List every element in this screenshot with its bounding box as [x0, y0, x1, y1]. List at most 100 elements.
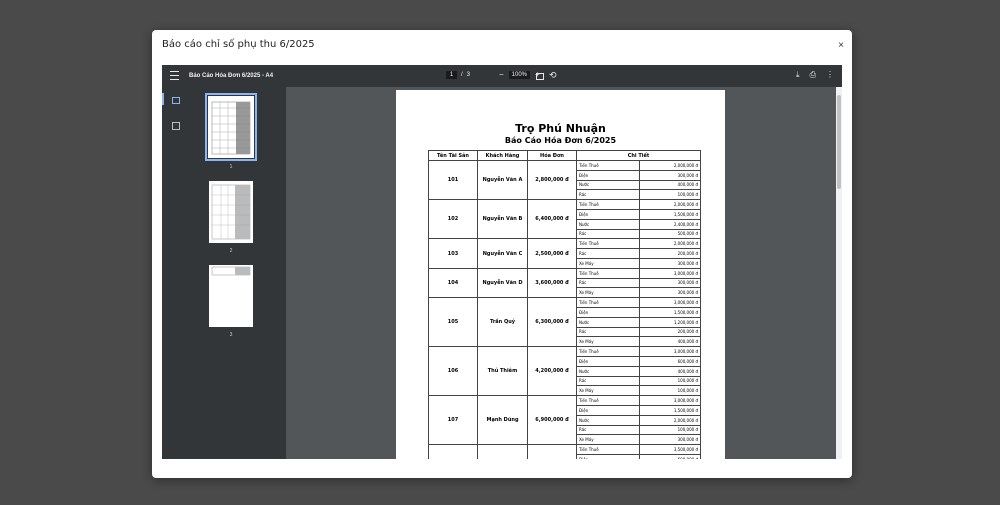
- customer-cell: Thủ Thiêm: [477, 346, 528, 397]
- detail-item-cell: Xe Máy: [576, 287, 640, 299]
- detail-item-cell: Rác: [576, 424, 640, 436]
- detail-item-cell: Tiền Thuê: [576, 160, 640, 171]
- scrollbar-thumb[interactable]: [837, 95, 841, 189]
- room-cell: 102: [428, 199, 478, 240]
- detail-amount-cell: 400,000 đ: [639, 336, 701, 348]
- detail-item-cell: Tiền Thuê: [576, 346, 640, 357]
- bill-cell: 3,600,000 đ: [527, 267, 577, 299]
- detail-item-cell: Xe Máy: [576, 336, 640, 348]
- close-icon[interactable]: ×: [838, 41, 844, 51]
- detail-item-cell: Nước: [576, 316, 640, 328]
- customer-cell: Nguyễn Văn A: [477, 159, 528, 201]
- detail-amount-cell: 3,500,000 đ: [639, 444, 701, 455]
- detail-item-cell: Điện: [576, 306, 640, 318]
- detail-amount-cell: 1,500,000 đ: [639, 208, 701, 220]
- room-cell: 105: [428, 297, 478, 348]
- more-options-icon[interactable]: ⋮: [826, 70, 834, 80]
- room-cell: [428, 444, 478, 459]
- page-number-input[interactable]: 1: [446, 71, 457, 79]
- table-row: 102 Nguyễn Văn B 6,400,000 đ Tiền Thuê 2,000…: [428, 199, 701, 240]
- detail-amount-cell: 3,000,000 đ: [639, 395, 701, 406]
- modal-title: Báo cáo chỉ số phụ thu 6/2025: [162, 39, 315, 50]
- detail-amount-cell: 300,000 đ: [639, 257, 701, 269]
- thumbnails-icon[interactable]: [172, 97, 180, 104]
- zoom-level-input[interactable]: 100%: [508, 71, 531, 79]
- download-icon[interactable]: ⤓: [796, 70, 800, 80]
- detail-amount-cell: 300,000 đ: [639, 287, 701, 299]
- table-row: 104 Nguyễn Văn D 3,600,000 đ Tiền Thuê 3,000…: [428, 267, 701, 299]
- zoom-out-button[interactable]: −: [499, 71, 504, 79]
- bill-report-table: Tên Tài Sản Khách Hàng Hóa Đơn Chi Tiết …: [428, 150, 701, 459]
- bill-cell: 6,300,000 đ: [527, 297, 577, 348]
- customer-cell: Trần Quý: [477, 297, 528, 348]
- page-thumbnail-2[interactable]: [209, 181, 253, 243]
- detail-item-cell: Tiền Thuê: [576, 238, 640, 250]
- detail-amount-cell: 2,000,000 đ: [639, 160, 701, 171]
- fit-page-icon[interactable]: [536, 73, 544, 80]
- menu-icon[interactable]: [170, 71, 179, 80]
- detail-item-cell: Nước: [576, 414, 640, 426]
- detail-item-cell: Tiền Thuê: [576, 395, 640, 406]
- document-canvas[interactable]: Trọ Phú Nhuận Báo Cáo Hóa Đơn 6/2025 Tên…: [286, 87, 842, 459]
- thumbnail-preview-2: [211, 184, 251, 240]
- bill-cell: 6,900,000 đ: [527, 395, 577, 446]
- bill-cell: 2,500,000 đ: [527, 238, 577, 269]
- header-customer: Khách Hàng: [477, 150, 528, 161]
- pdf-toolbar: Báo Cáo Hóa Đơn 6/2025 - A4 1 / 3 − 100%…: [162, 65, 842, 87]
- detail-item-cell: Rác: [576, 277, 640, 289]
- detail-amount-cell: 1,500,000 đ: [639, 404, 701, 416]
- detail-item-cell: Rác: [576, 326, 640, 338]
- table-header-row: Tên Tài Sản Khách Hàng Hóa Đơn Chi Tiết: [428, 150, 701, 161]
- detail-item-cell: Tiền Thuê: [576, 267, 640, 279]
- detail-item-cell: Rác: [576, 375, 640, 387]
- table-row: 106 Thủ Thiêm 4,200,000 đ Tiền Thuê 3,000,00…: [428, 346, 701, 397]
- document-name: Báo Cáo Hóa Đơn 6/2025 - A4: [189, 73, 274, 79]
- page-separator: /: [461, 72, 463, 78]
- detail-amount-cell: 200,000 đ: [639, 248, 701, 259]
- thumbnail-preview-1: [211, 101, 251, 155]
- toolbar-right-actions: ⤓ ⎙ ⋮: [796, 70, 834, 80]
- thumbnail-label-2: 2: [229, 248, 233, 254]
- print-icon[interactable]: ⎙: [810, 70, 816, 80]
- rotate-icon[interactable]: ⟲: [549, 70, 557, 81]
- detail-amount-cell: 100,000 đ: [639, 375, 701, 387]
- thumbnail-sidebar: 1 2 3: [162, 87, 286, 459]
- page-thumbnail-1[interactable]: [205, 93, 257, 161]
- outline-icon[interactable]: [172, 122, 180, 130]
- table-body: 101 Nguyễn Văn A 2,800,000 đ Tiền Thuê 2,000…: [428, 159, 701, 459]
- detail-amount-cell: 300,000 đ: [639, 277, 701, 289]
- detail-item-cell: Xe Máy: [576, 434, 640, 446]
- detail-item-cell: Rác: [576, 248, 640, 259]
- detail-amount-cell: 1,200,000 đ: [639, 316, 701, 328]
- page-thumbnail-3[interactable]: [209, 265, 253, 327]
- detail-item-cell: Điện: [576, 208, 640, 220]
- detail-item-cell: Tiền Thuê: [576, 444, 640, 455]
- sidebar-active-indicator: [162, 93, 164, 105]
- detail-item-cell: Rác: [576, 228, 640, 240]
- header-property: Tên Tài Sản: [428, 150, 478, 161]
- report-subtitle: Báo Cáo Hóa Đơn 6/2025: [504, 136, 617, 145]
- detail-amount-cell: 100,000 đ: [639, 424, 701, 436]
- thumbnail-preview-3: [211, 266, 251, 276]
- detail-amount-cell: 2,000,000 đ: [639, 199, 701, 210]
- customer-cell: Nguyễn Văn C: [477, 238, 528, 269]
- bill-cell: 6,400,000 đ: [527, 199, 577, 240]
- detail-amount-cell: 100,000 đ: [639, 189, 701, 201]
- detail-amount-cell: 400,000 đ: [639, 179, 701, 191]
- customer-cell: Nguyễn Văn D: [477, 267, 528, 299]
- vertical-scrollbar[interactable]: [836, 87, 842, 459]
- detail-item-cell: Nước: [576, 179, 640, 191]
- zoom-controls: − 100% +: [499, 71, 540, 79]
- page-indicator: 1 / 3: [446, 71, 470, 79]
- detail-amount-cell: 2,000,000 đ: [639, 238, 701, 250]
- detail-item-cell: Điện: [576, 453, 640, 459]
- detail-amount-cell: 300,000 đ: [639, 434, 701, 446]
- pdf-page-1: Trọ Phú Nhuận Báo Cáo Hóa Đơn 6/2025 Tên…: [396, 90, 725, 459]
- detail-item-cell: Tiền Thuê: [576, 297, 640, 308]
- report-modal: Báo cáo chỉ số phụ thu 6/2025 × Báo Cáo …: [152, 30, 852, 478]
- detail-amount-cell: 400,000 đ: [639, 365, 701, 377]
- table-row: 107 Mạnh Dũng 6,900,000 đ Tiền Thuê 3,000,00…: [428, 395, 701, 446]
- detail-amount-cell: 1,500,000 đ: [639, 306, 701, 318]
- detail-amount-cell: 2,400,000 đ: [639, 218, 701, 230]
- customer-cell: [477, 444, 528, 459]
